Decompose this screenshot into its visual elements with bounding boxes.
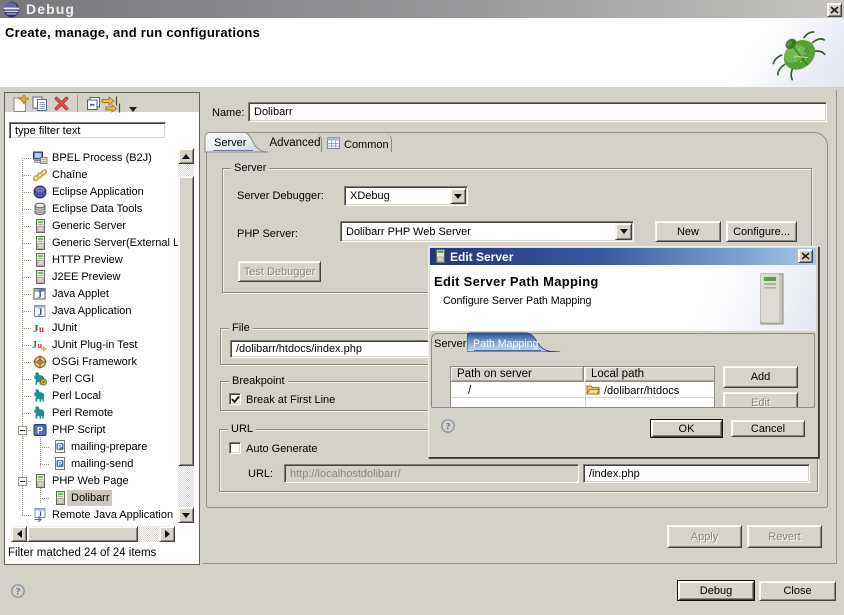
svg-text:J: J [37,290,42,300]
svg-text:J: J [32,340,37,351]
svg-text:?: ? [446,423,451,433]
svg-text:P: P [58,461,63,468]
svg-text:?: ? [16,588,21,598]
svg-text:P: P [58,444,63,451]
svg-text:J: J [38,308,43,319]
svg-text:P: P [37,426,43,436]
svg-text:u: u [39,324,44,334]
